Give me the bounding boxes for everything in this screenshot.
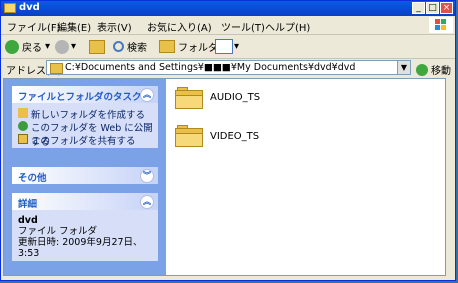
new-folder-icon xyxy=(18,108,28,118)
menu-tools[interactable]: ツール(T) xyxy=(221,19,265,34)
search-button[interactable]: 検索 xyxy=(113,38,147,55)
file-list: AUDIO_TS VIDEO_TS xyxy=(167,79,445,275)
menu-file[interactable]: ファイル(F) xyxy=(7,19,61,34)
menu-view[interactable]: 表示(V) xyxy=(97,19,132,34)
details-modified: 更新日時: 2009年9月27日、3:53 xyxy=(18,237,143,259)
up-button[interactable] xyxy=(89,38,105,55)
collapse-icon[interactable]: ︽ xyxy=(140,88,154,102)
tasks-panel: ファイルとフォルダのタスク ︽ 新しいフォルダを作成する このフォルダを Web… xyxy=(12,86,158,148)
tasks-panel-header[interactable]: ファイルとフォルダのタスク ︽ xyxy=(12,86,158,103)
folder-label-video[interactable]: VIDEO_TS xyxy=(210,131,259,142)
details-panel-title: 詳細 xyxy=(18,199,38,210)
task-publish-web[interactable]: このフォルダを Web に公開する xyxy=(12,120,158,148)
details-panel: 詳細 ︽ dvd ファイル フォルダ 更新日時: 2009年9月27日、3:53 xyxy=(12,193,158,261)
tasks-panel-title: ファイルとフォルダのタスク xyxy=(18,92,142,103)
search-icon xyxy=(113,41,124,52)
task-new-folder[interactable]: 新しいフォルダを作成する xyxy=(12,107,158,121)
other-panel-header[interactable]: その他 ︾ xyxy=(12,167,158,184)
details-panel-header[interactable]: 詳細 ︽ xyxy=(12,193,158,210)
menu-bar: ファイル(F) 編集(E) 表示(V) お気に入り(A) ツール(T) ヘルプ(… xyxy=(1,16,455,35)
folder-icon xyxy=(4,3,16,13)
go-button[interactable]: 移動 xyxy=(416,62,451,77)
collapse-icon[interactable]: ︽ xyxy=(140,195,154,209)
other-panel: その他 ︾ xyxy=(12,167,158,184)
address-value: C:¥Documents and Settings¥■■■¥My Documen… xyxy=(65,62,356,73)
task-share-folder[interactable]: このフォルダを共有する xyxy=(12,133,158,147)
forward-button[interactable]: ▾ xyxy=(55,38,76,55)
views-button[interactable]: ▾ xyxy=(215,38,239,55)
details-name: dvd xyxy=(18,215,38,226)
globe-icon xyxy=(18,121,28,131)
maximize-button[interactable]: □ xyxy=(426,2,439,14)
minimize-button[interactable]: _ xyxy=(412,2,425,14)
back-label: 戻る xyxy=(22,43,42,54)
address-input[interactable]: C:¥Documents and Settings¥■■■¥My Documen… xyxy=(46,60,411,75)
up-folder-icon xyxy=(89,39,105,54)
title-bar[interactable]: dvd _ □ × xyxy=(1,1,455,16)
back-button[interactable]: 戻る ▾ xyxy=(5,38,50,55)
back-arrow-icon xyxy=(5,39,19,54)
task-pane: ファイルとフォルダのタスク ︽ 新しいフォルダを作成する このフォルダを Web… xyxy=(4,79,166,275)
menu-help[interactable]: ヘルプ(H) xyxy=(265,19,310,34)
toolbar: 戻る ▾ ▾ 検索 フォルダ ▾ xyxy=(1,35,455,59)
go-label: 移動 xyxy=(431,66,451,77)
explorer-window: dvd _ □ × ファイル(F) 編集(E) 表示(V) お気に入り(A) ツ… xyxy=(0,0,456,281)
expand-icon[interactable]: ︾ xyxy=(140,169,154,183)
menu-edit[interactable]: 編集(E) xyxy=(57,19,91,34)
folders-button[interactable]: フォルダ xyxy=(159,38,218,55)
window-title: dvd xyxy=(19,2,40,13)
address-bar: アドレス(D) C:¥Documents and Settings¥■■■¥My… xyxy=(1,59,455,77)
folders-icon xyxy=(159,40,175,53)
menu-favorites[interactable]: お気に入り(A) xyxy=(147,19,212,34)
folder-icon[interactable] xyxy=(175,125,203,147)
content-area: ファイルとフォルダのタスク ︽ 新しいフォルダを作成する このフォルダを Web… xyxy=(3,78,446,276)
address-dropdown-icon[interactable]: ▼ xyxy=(397,61,410,74)
folder-icon[interactable] xyxy=(175,87,203,109)
views-icon xyxy=(215,39,233,54)
folders-label: フォルダ xyxy=(178,43,218,54)
address-folder-icon xyxy=(50,63,63,74)
search-label: 検索 xyxy=(127,43,147,54)
close-button[interactable]: × xyxy=(440,2,453,14)
other-panel-title: その他 xyxy=(18,173,47,184)
details-type: ファイル フォルダ xyxy=(18,226,98,237)
task-label: 新しいフォルダを作成する xyxy=(31,110,146,121)
folder-label-audio[interactable]: AUDIO_TS xyxy=(210,92,260,103)
go-arrow-icon xyxy=(416,63,428,76)
task-label: このフォルダを共有する xyxy=(31,136,136,147)
forward-arrow-icon xyxy=(55,39,69,54)
windows-logo-icon xyxy=(429,17,453,33)
share-folder-icon xyxy=(18,134,28,144)
